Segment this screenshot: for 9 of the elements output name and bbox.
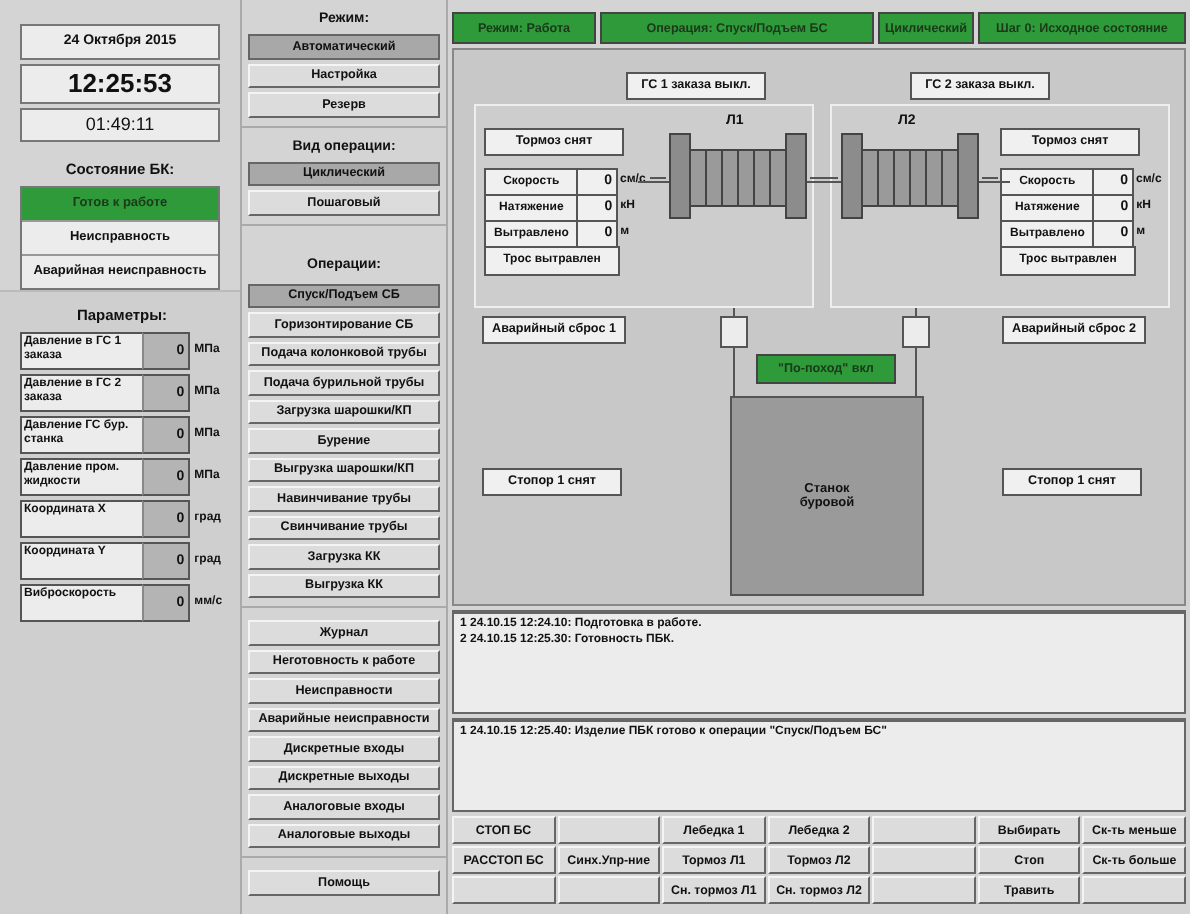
blank-button[interactable]: [1082, 876, 1186, 904]
blank-button[interactable]: [452, 876, 556, 904]
blank-button[interactable]: [557, 816, 661, 844]
time-display: 12:25:53: [20, 64, 220, 104]
blank-button[interactable]: [872, 876, 976, 904]
blank-button[interactable]: [557, 876, 661, 904]
timer-display: 01:49:11: [20, 108, 220, 142]
blank-button[interactable]: [872, 816, 976, 844]
blank-button[interactable]: [872, 846, 976, 874]
